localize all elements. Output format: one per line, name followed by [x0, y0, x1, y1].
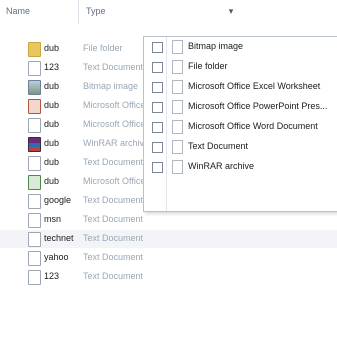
file-type-icon: [172, 80, 183, 94]
file-name: 123: [44, 271, 60, 281]
text-document-icon: [28, 156, 41, 171]
table-row[interactable]: yahoo Text Document: [0, 249, 337, 267]
file-name: technet: [44, 233, 74, 243]
checkbox[interactable]: [152, 142, 163, 153]
file-type-icon: [172, 160, 183, 174]
filter-option-excel[interactable]: Microsoft Office Excel Worksheet: [144, 77, 337, 97]
column-divider[interactable]: [78, 0, 79, 24]
checkbox[interactable]: [152, 62, 163, 73]
excel-worksheet-icon: [28, 175, 41, 190]
text-document-icon: [28, 194, 41, 209]
file-type: Text Document: [83, 233, 144, 243]
text-document-icon: [28, 270, 41, 285]
filter-option-powerpoint[interactable]: Microsoft Office PowerPoint Pres...: [144, 97, 337, 117]
powerpoint-icon: [28, 99, 41, 114]
file-name: dub: [44, 81, 60, 91]
column-header: Name Type ▾: [0, 0, 337, 38]
file-type: Text Document: [83, 214, 144, 224]
filter-option-label: Microsoft Office Excel Worksheet: [188, 81, 321, 91]
checkbox[interactable]: [152, 122, 163, 133]
checkbox[interactable]: [152, 162, 163, 173]
bitmap-image-icon: [28, 80, 41, 95]
filter-option-label: File folder: [188, 61, 228, 71]
file-name: 123: [44, 62, 60, 72]
table-row[interactable]: technet Text Document: [0, 230, 337, 248]
filter-option-file-folder[interactable]: File folder: [144, 57, 337, 77]
folder-icon: [28, 42, 41, 57]
text-document-icon: [28, 61, 41, 76]
filter-option-word[interactable]: Microsoft Office Word Document: [144, 117, 337, 137]
file-name: dub: [44, 157, 60, 167]
file-type-icon: [172, 60, 183, 74]
file-type: Bitmap image: [83, 81, 139, 91]
file-name: dub: [44, 43, 60, 53]
file-type: Text Document: [83, 195, 144, 205]
file-type: WinRAR archive: [83, 138, 150, 148]
filter-option-text-document[interactable]: Text Document: [144, 137, 337, 157]
type-filter-dropdown: Bitmap image File folder Microsoft Offic…: [143, 36, 337, 212]
column-header-name[interactable]: Name: [6, 6, 30, 16]
filter-option-label: Text Document: [188, 141, 249, 151]
file-type-icon: [172, 120, 183, 134]
file-name: yahoo: [44, 252, 69, 262]
checkbox[interactable]: [152, 82, 163, 93]
file-type-icon: [172, 40, 183, 54]
checkbox[interactable]: [152, 42, 163, 53]
file-type: File folder: [83, 43, 123, 53]
checkbox[interactable]: [152, 102, 163, 113]
table-row[interactable]: 123 Text Document: [0, 268, 337, 286]
column-header-type[interactable]: Type: [86, 6, 106, 16]
file-type: Text Document: [83, 271, 144, 281]
filter-option-bitmap-image[interactable]: Bitmap image: [144, 37, 337, 57]
filter-option-label: Microsoft Office PowerPoint Pres...: [188, 101, 328, 111]
filter-dropdown-arrow-icon[interactable]: ▾: [224, 6, 238, 16]
file-type-icon: [172, 140, 183, 154]
file-name: msn: [44, 214, 62, 224]
file-name: dub: [44, 119, 60, 129]
file-name: dub: [44, 100, 60, 110]
file-type: Text Document: [83, 252, 144, 262]
table-row[interactable]: msn Text Document: [0, 211, 337, 229]
text-document-icon: [28, 251, 41, 266]
file-type: Text Document: [83, 157, 144, 167]
text-document-icon: [28, 213, 41, 228]
filter-option-label: Microsoft Office Word Document: [188, 121, 318, 131]
winrar-archive-icon: [28, 137, 41, 152]
filter-option-winrar[interactable]: WinRAR archive: [144, 157, 337, 177]
file-name: dub: [44, 138, 60, 148]
file-type-icon: [172, 100, 183, 114]
file-name: dub: [44, 176, 60, 186]
filter-option-label: WinRAR archive: [188, 161, 255, 171]
filter-option-label: Bitmap image: [188, 41, 244, 51]
file-type: Text Document: [83, 62, 144, 72]
text-document-icon: [28, 232, 41, 247]
word-document-icon: [28, 118, 41, 133]
file-name: google: [44, 195, 72, 205]
